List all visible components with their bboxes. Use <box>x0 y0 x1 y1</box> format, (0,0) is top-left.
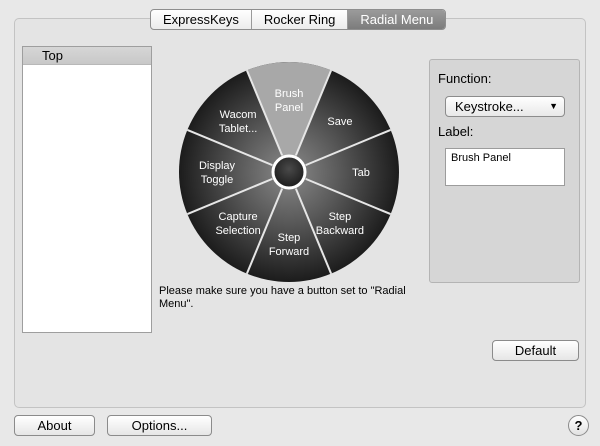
radial-segment-label[interactable]: Save <box>327 116 352 128</box>
options-button[interactable]: Options... <box>107 415 212 436</box>
function-panel: Function: Keystroke... ▼ Label: Brush Pa… <box>429 59 580 283</box>
radial-menu-note: Please make sure you have a button set t… <box>159 285 406 310</box>
function-dropdown-value: Keystroke... <box>455 99 524 114</box>
tab-expresskeys[interactable]: ExpressKeys <box>151 10 252 29</box>
tree-item-top[interactable]: Top <box>23 47 151 65</box>
function-dropdown[interactable]: Keystroke... ▼ <box>445 96 565 117</box>
about-button[interactable]: About <box>14 415 95 436</box>
radial-menu-wheel: Brush PanelSaveTabStep BackwardStep Forward… <box>179 61 399 282</box>
label-input[interactable]: Brush Panel <box>445 148 565 186</box>
wheel-center-hub[interactable] <box>271 154 307 190</box>
chevron-down-icon: ▼ <box>549 101 558 111</box>
radial-segment-label[interactable]: Tab <box>352 167 370 179</box>
menu-tree-list[interactable]: Top <box>22 46 152 333</box>
label-label: Label: <box>438 124 474 139</box>
tab-rocker-ring[interactable]: Rocker Ring <box>252 10 349 29</box>
default-button[interactable]: Default <box>492 340 579 361</box>
tab-radial-menu[interactable]: Radial Menu <box>348 10 446 29</box>
help-button[interactable]: ? <box>568 415 589 436</box>
tab-bar: ExpressKeys Rocker Ring Radial Menu <box>150 9 447 30</box>
function-label: Function: <box>438 71 492 86</box>
